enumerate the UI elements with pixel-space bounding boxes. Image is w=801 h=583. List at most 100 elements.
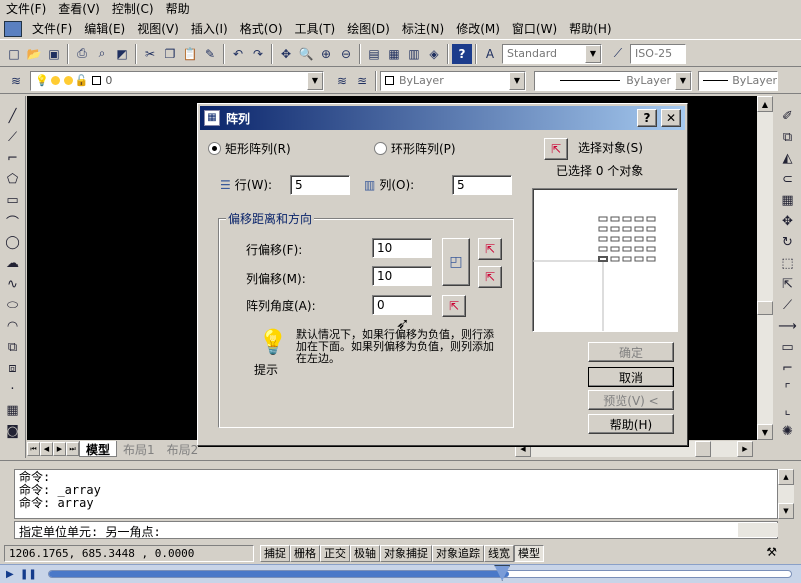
layer-manager-icon[interactable]: ≋ bbox=[6, 71, 26, 91]
chevron-down-icon[interactable]: ▼ bbox=[509, 71, 525, 90]
properties-icon[interactable]: ▤ bbox=[364, 44, 384, 64]
rotate-icon[interactable]: ↻ bbox=[777, 232, 799, 253]
text-style-icon[interactable]: A bbox=[480, 44, 500, 64]
circle-icon[interactable]: ◯ bbox=[2, 232, 24, 253]
move-icon[interactable]: ✥ bbox=[777, 211, 799, 232]
scale-icon[interactable]: ⬚ bbox=[777, 253, 799, 274]
explode-icon[interactable]: ✺ bbox=[777, 421, 799, 442]
play-icon[interactable]: ▶ bbox=[6, 569, 20, 580]
save-icon[interactable]: ▣ bbox=[44, 44, 64, 64]
otrack-toggle[interactable]: 对象追踪 bbox=[432, 544, 484, 562]
tool-palettes-icon[interactable]: ▥ bbox=[404, 44, 424, 64]
menu-view[interactable]: 视图(V) bbox=[131, 20, 185, 37]
model-toggle[interactable]: 模型 bbox=[514, 544, 544, 562]
angle-input[interactable]: 0 bbox=[372, 295, 432, 315]
linetype-combo[interactable]: ByLayer ▼ bbox=[534, 70, 692, 91]
insert-block-icon[interactable]: ⧉ bbox=[2, 337, 24, 358]
pick-both-offsets-button[interactable]: ◰ bbox=[442, 238, 470, 286]
rectangle-icon[interactable]: ▭ bbox=[2, 190, 24, 211]
rows-input[interactable]: 5 bbox=[290, 175, 350, 195]
make-current-layer-icon[interactable]: ≋ bbox=[332, 71, 352, 91]
pause-icon[interactable]: ❚❚ bbox=[20, 569, 37, 580]
open-icon[interactable]: 📂 bbox=[24, 44, 44, 64]
join-icon[interactable]: ⌐ bbox=[777, 358, 799, 379]
playback-progress[interactable] bbox=[48, 565, 792, 581]
col-offset-input[interactable]: 10 bbox=[372, 266, 432, 286]
spline-icon[interactable]: ∿ bbox=[2, 274, 24, 295]
paste-icon[interactable]: 📋 bbox=[180, 44, 200, 64]
scroll-down-icon[interactable]: ▼ bbox=[778, 503, 794, 519]
layer-combo[interactable]: 💡 🔓 0 ▼ bbox=[30, 70, 324, 91]
line-icon[interactable]: ╱ bbox=[2, 106, 24, 127]
match-properties-icon[interactable]: ✎ bbox=[200, 44, 220, 64]
zoom-previous-icon[interactable]: ⊖ bbox=[336, 44, 356, 64]
dim-style-combo[interactable]: ISO-25 bbox=[630, 43, 686, 64]
text-style-combo[interactable]: Standard ▼ bbox=[502, 43, 602, 64]
menu-edit[interactable]: 编辑(E) bbox=[78, 20, 131, 37]
region-icon[interactable]: ◙ bbox=[2, 421, 24, 442]
ellipse-icon[interactable]: ⬭ bbox=[2, 295, 24, 316]
polar-toggle[interactable]: 极轴 bbox=[350, 544, 380, 562]
ortho-toggle[interactable]: 正交 bbox=[320, 544, 350, 562]
tab-model[interactable]: 模型 bbox=[79, 441, 118, 457]
polyline-icon[interactable]: ⌐ bbox=[2, 148, 24, 169]
cancel-button[interactable]: 取消 bbox=[588, 367, 674, 387]
pan-icon[interactable]: ✥ bbox=[276, 44, 296, 64]
dialog-title-bar[interactable]: ▦ 阵列 ? ✕ bbox=[200, 106, 685, 130]
help-question-button[interactable]: ? bbox=[637, 109, 657, 127]
hscroll-thumb[interactable] bbox=[695, 441, 711, 457]
construction-line-icon[interactable]: ⟋ bbox=[2, 127, 24, 148]
menu-insert[interactable]: 插入(I) bbox=[185, 20, 234, 37]
osnap-toggle[interactable]: 对象捕捉 bbox=[380, 544, 432, 562]
menu-format[interactable]: 格式(O) bbox=[234, 20, 289, 37]
undo-icon[interactable]: ↶ bbox=[228, 44, 248, 64]
lineweight-toggle[interactable]: 线宽 bbox=[484, 544, 514, 562]
menu-tools[interactable]: 工具(T) bbox=[289, 20, 342, 37]
cols-input[interactable]: 5 bbox=[452, 175, 512, 195]
print-preview-icon[interactable]: ⌕ bbox=[92, 44, 112, 64]
stretch-icon[interactable]: ⇱ bbox=[777, 274, 799, 295]
tab-next-icon[interactable]: ▶ bbox=[53, 442, 66, 456]
color-combo[interactable]: ByLayer ▼ bbox=[380, 70, 526, 91]
extend-icon[interactable]: ⟶ bbox=[777, 316, 799, 337]
cut-icon[interactable]: ✂ bbox=[140, 44, 160, 64]
menu-help[interactable]: 帮助(H) bbox=[563, 20, 617, 37]
array-icon[interactable]: ▦ bbox=[777, 190, 799, 211]
scroll-up-icon[interactable]: ▲ bbox=[757, 96, 773, 112]
host-menu-file[interactable]: 文件(F) bbox=[0, 0, 52, 17]
host-menu-help[interactable]: 帮助 bbox=[160, 0, 196, 17]
rect-array-radio[interactable]: 矩形阵列(R) bbox=[208, 140, 291, 157]
chevron-down-icon[interactable]: ▼ bbox=[675, 71, 691, 90]
offset-icon[interactable]: ⊂ bbox=[777, 169, 799, 190]
tab-prev-icon[interactable]: ◀ bbox=[40, 442, 53, 456]
scroll-right-icon[interactable]: ▶ bbox=[737, 441, 753, 457]
break-icon[interactable]: ▭ bbox=[777, 337, 799, 358]
snap-toggle[interactable]: 捕捉 bbox=[260, 544, 290, 562]
command-hscrollbar[interactable] bbox=[738, 523, 778, 537]
help-icon[interactable]: ? bbox=[452, 43, 472, 64]
lineweight-combo[interactable]: ByLayer bbox=[698, 70, 778, 91]
trim-icon[interactable]: ⟋ bbox=[777, 295, 799, 316]
polygon-icon[interactable]: ⬠ bbox=[2, 169, 24, 190]
make-block-icon[interactable]: ⧈ bbox=[2, 358, 24, 379]
ellipse-arc-icon[interactable]: ◠ bbox=[2, 316, 24, 337]
scroll-thumb[interactable] bbox=[757, 301, 773, 315]
zoom-realtime-icon[interactable]: 🔍 bbox=[296, 44, 316, 64]
fillet-icon[interactable]: ⌞ bbox=[777, 400, 799, 421]
zoom-window-icon[interactable]: ⊕ bbox=[316, 44, 336, 64]
publish-icon[interactable]: ◩ bbox=[112, 44, 132, 64]
tab-first-icon[interactable]: ⏮ bbox=[27, 442, 40, 456]
tab-last-icon[interactable]: ⏭ bbox=[66, 442, 79, 456]
chevron-down-icon[interactable]: ▼ bbox=[585, 44, 601, 63]
layer-previous-icon[interactable]: ≊ bbox=[352, 71, 372, 91]
chamfer-icon[interactable]: ⌜ bbox=[777, 379, 799, 400]
command-input[interactable]: 指定单位单元: 另一角点: bbox=[14, 521, 778, 539]
menu-file[interactable]: 文件(F) bbox=[26, 20, 78, 37]
scroll-down-icon[interactable]: ▼ bbox=[757, 424, 773, 440]
point-icon[interactable]: · bbox=[2, 379, 24, 400]
help-button[interactable]: 帮助(H) bbox=[588, 414, 674, 434]
design-center-icon[interactable]: ▦ bbox=[384, 44, 404, 64]
menu-modify[interactable]: 修改(M) bbox=[450, 20, 506, 37]
redo-icon[interactable]: ↷ bbox=[248, 44, 268, 64]
select-objects-button[interactable]: ⇱ bbox=[544, 138, 568, 160]
